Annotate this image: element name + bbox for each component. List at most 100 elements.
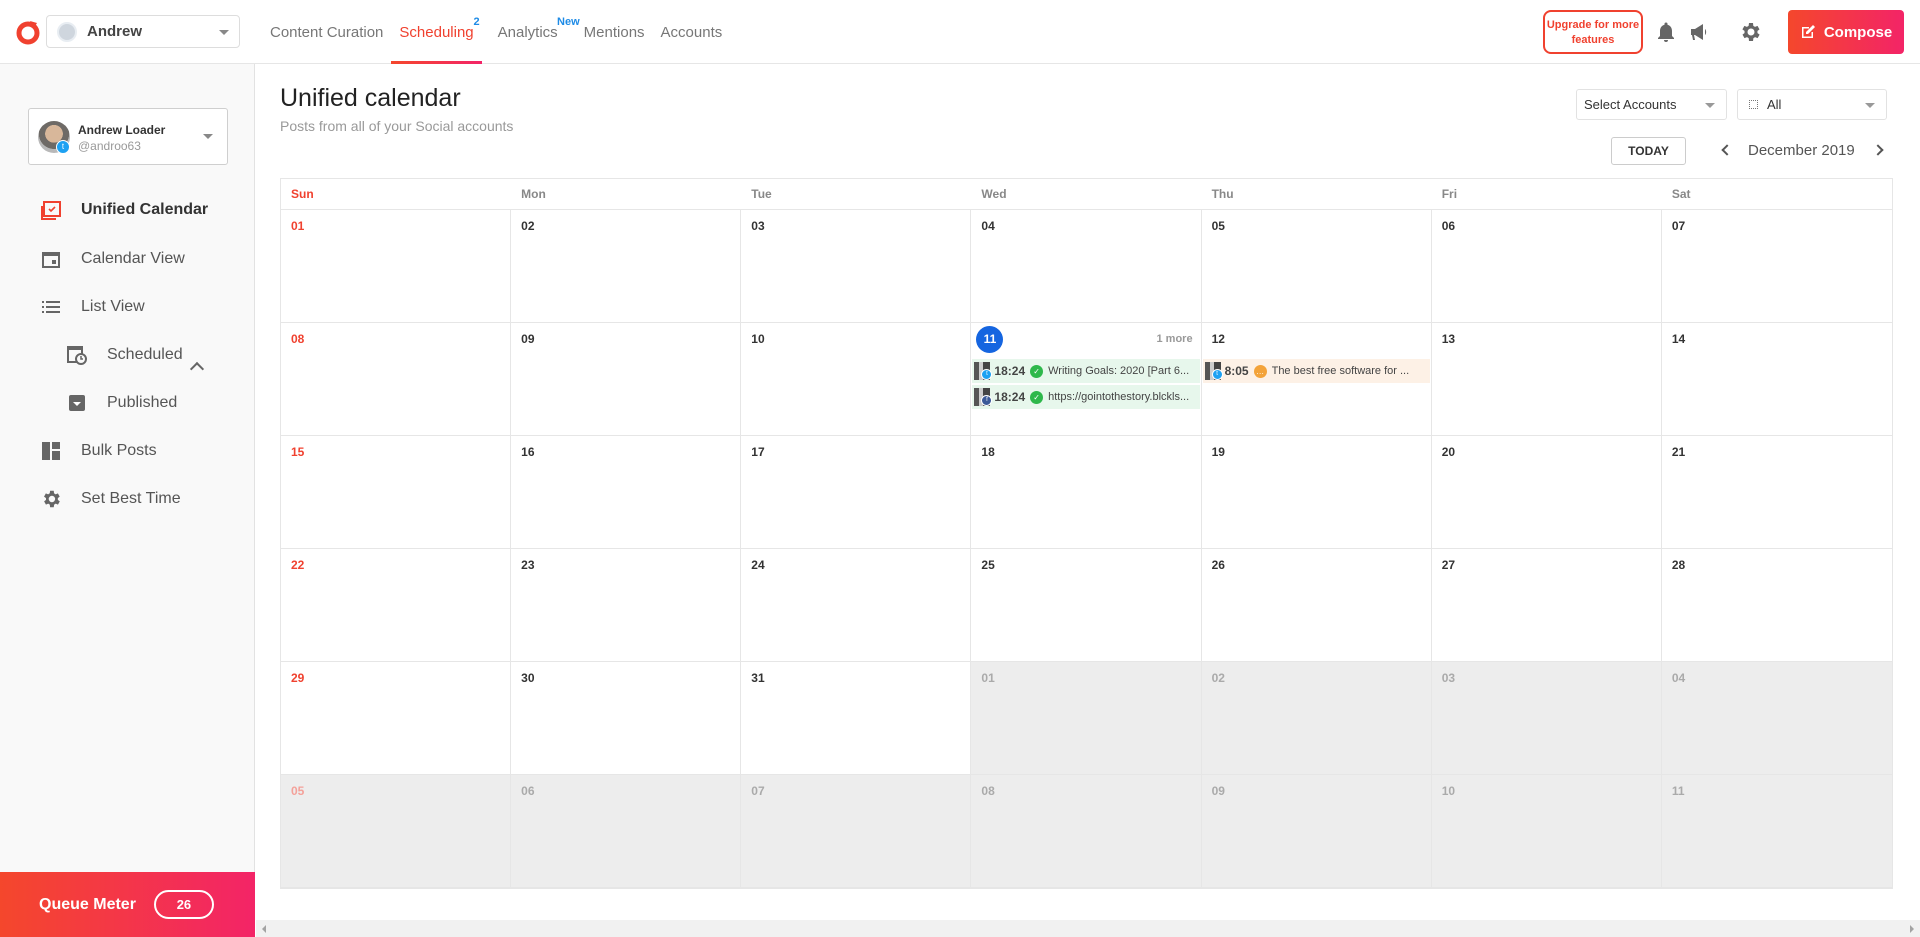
sidebar-item-bulk-posts[interactable]: Bulk Posts [40, 440, 157, 462]
more-posts-link[interactable]: 1 more [1156, 333, 1192, 345]
calendar-day-cell[interactable]: 31 [741, 662, 972, 775]
calendar-day-cell[interactable]: 12 t 8:05 … The best free software for ... [1201, 323, 1432, 436]
day-number: 06 [1441, 219, 1456, 233]
day-number: 14 [1671, 332, 1686, 346]
sidebar-item-calendar-view[interactable]: Calendar View [40, 248, 185, 270]
calendar-day-cell[interactable]: 22 [281, 549, 512, 662]
nav-mentions[interactable]: Mentions [576, 0, 653, 64]
dashboard-icon [40, 440, 62, 462]
calendar-day-cell[interactable]: 16 [511, 436, 742, 549]
next-month-icon[interactable] [1872, 144, 1884, 156]
weekday-sun: Sun [291, 187, 314, 201]
calendar-day-cell[interactable]: 04 [971, 210, 1202, 323]
nav-label: Mentions [583, 23, 645, 41]
prev-month-icon[interactable] [1721, 144, 1733, 156]
user-avatar-icon [57, 21, 77, 42]
sidebar-item-published[interactable]: Published [66, 392, 177, 414]
today-button[interactable]: TODAY [1611, 137, 1686, 165]
day-number: 02 [1211, 671, 1225, 685]
calendar-day-cell[interactable]: 08 [281, 323, 512, 436]
calendar-day-cell[interactable]: 29 [281, 662, 512, 775]
day-number: 04 [981, 219, 995, 233]
nav-accounts[interactable]: Accounts [653, 0, 731, 64]
calendar-day-cell[interactable]: 09 [511, 323, 742, 436]
sidebar-item-set-best-time[interactable]: Set Best Time [40, 488, 181, 510]
calendar-day-cell[interactable]: 11 [1661, 775, 1892, 888]
calendar-day-cell[interactable]: 09 [1201, 775, 1432, 888]
calendar-day-cell[interactable]: 06 [1431, 210, 1662, 323]
nav-label: Scheduling [399, 23, 474, 41]
upgrade-button[interactable]: Upgrade for more features [1543, 10, 1643, 54]
day-number: 02 [521, 219, 535, 233]
compose-button[interactable]: Compose [1788, 10, 1904, 54]
calendar-day-cell[interactable]: 27 [1431, 549, 1662, 662]
day-number: 04 [1671, 671, 1686, 685]
day-number: 29 [291, 671, 305, 685]
nav-content-curation[interactable]: Content Curation [262, 0, 391, 64]
post-time: 18:24 [994, 364, 1026, 378]
calendar-day-cell[interactable]: 01 [281, 210, 512, 323]
calendar-day-cell[interactable]: 02 [511, 210, 742, 323]
calendar-day-cell[interactable]: 15 [281, 436, 512, 549]
calendar-icon [40, 248, 62, 270]
chevron-up-icon[interactable] [189, 361, 205, 377]
calendar-day-cell[interactable]: 07 [741, 775, 972, 888]
calendar-day-cell[interactable]: 10 [1431, 775, 1662, 888]
calendar-post[interactable]: t 18:24 ✓ Writing Goals: 2020 [Part 6... [972, 359, 1200, 383]
unified-calendar-icon [40, 199, 62, 221]
day-number: 25 [981, 558, 995, 572]
scroll-left-icon[interactable] [262, 925, 266, 933]
select-accounts-dropdown[interactable]: Select Accounts [1576, 89, 1727, 120]
calendar-day-cell[interactable]: 26 [1201, 549, 1432, 662]
gear-icon[interactable] [1738, 20, 1762, 44]
calendar-day-cell[interactable]: 08 [971, 775, 1202, 888]
scroll-right-icon[interactable] [1910, 925, 1914, 933]
post-time: 8:05 [1224, 364, 1249, 378]
calendar-day-cell[interactable]: 05 [1201, 210, 1432, 323]
calendar-day-cell[interactable]: 02 [1201, 662, 1432, 775]
calendar-day-cell[interactable]: 25 [971, 549, 1202, 662]
calendar-day-cell[interactable]: 20 [1431, 436, 1662, 549]
post-filter-dropdown[interactable]: All [1737, 89, 1887, 120]
nav-analytics[interactable]: Analytics New [490, 0, 580, 64]
calendar-day-cell[interactable]: 03 [1431, 662, 1662, 775]
calendar-day-cell[interactable]: 18 [971, 436, 1202, 549]
calendar-day-cell[interactable]: 03 [741, 210, 972, 323]
sidebar-item-scheduled[interactable]: Scheduled [66, 344, 183, 366]
nav-label: Analytics [497, 23, 558, 41]
main-nav: Content Curation Scheduling 2 Analytics Ne… [262, 0, 730, 64]
day-number: 18 [981, 445, 995, 459]
calendar-day-cell[interactable]: 04 [1661, 662, 1892, 775]
page-subtitle: Posts from all of your Social accounts [280, 118, 514, 134]
profile-selector[interactable]: t Andrew Loader @androo63 [28, 108, 228, 165]
calendar-post[interactable]: f 18:24 ✓ https://gointothestory.blckls... [972, 385, 1200, 409]
sidebar-item-unified-calendar[interactable]: Unified Calendar [40, 199, 208, 221]
calendar-post[interactable]: t 8:05 … The best free software for ... [1202, 359, 1430, 383]
sidebar-item-list-view[interactable]: List View [40, 296, 145, 318]
nav-scheduling[interactable]: Scheduling 2 [391, 0, 482, 64]
calendar-day-cell[interactable]: 28 [1661, 549, 1892, 662]
calendar-day-cell[interactable]: 13 [1431, 323, 1662, 436]
bell-icon[interactable] [1654, 20, 1678, 44]
calendar-day-cell[interactable]: 14 [1661, 323, 1892, 436]
calendar-day-cell[interactable]: 11 1 more t 18:24 ✓ Writing Goals: 2020 [Part… [971, 323, 1202, 436]
queue-meter[interactable]: Queue Meter 26 [0, 872, 255, 937]
nav-label: Content Curation [270, 23, 384, 41]
megaphone-icon[interactable] [1688, 20, 1712, 44]
calendar-day-cell[interactable]: 01 [971, 662, 1202, 775]
account-switcher[interactable]: Andrew [46, 15, 240, 48]
calendar-day-cell[interactable]: 19 [1201, 436, 1432, 549]
calendar-day-cell[interactable]: 23 [511, 549, 742, 662]
calendar-day-cell[interactable]: 07 [1661, 210, 1892, 323]
calendar-day-cell[interactable]: 06 [511, 775, 742, 888]
chevron-down-icon [203, 134, 213, 139]
calendar-day-cell[interactable]: 24 [741, 549, 972, 662]
app-logo-icon[interactable] [15, 19, 41, 45]
calendar-day-cell[interactable]: 21 [1661, 436, 1892, 549]
calendar-day-cell[interactable]: 05 [281, 775, 512, 888]
horizontal-scrollbar[interactable] [256, 920, 1920, 937]
page-title: Unified calendar [280, 84, 461, 112]
calendar-day-cell[interactable]: 17 [741, 436, 972, 549]
calendar-day-cell[interactable]: 10 [741, 323, 972, 436]
calendar-day-cell[interactable]: 30 [511, 662, 742, 775]
